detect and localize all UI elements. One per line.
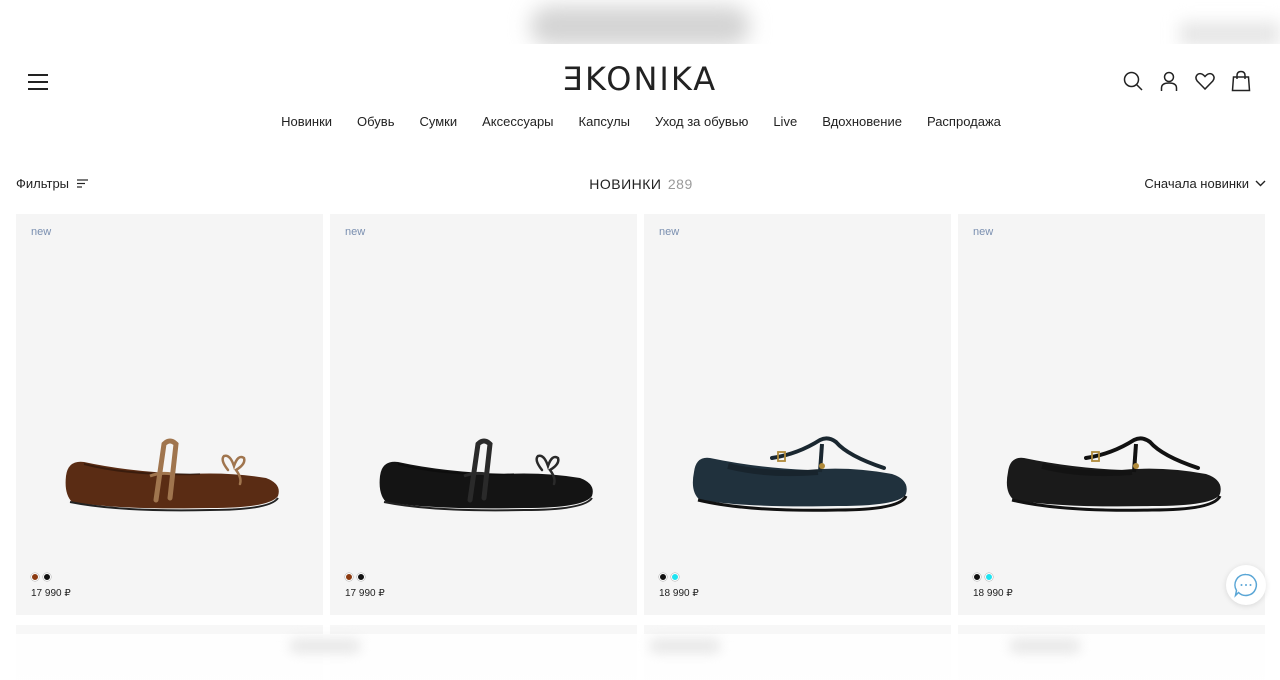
product-price: 18 990 ₽ <box>973 588 1013 599</box>
nav-item-shoe-care[interactable]: Уход за обувью <box>655 114 748 129</box>
product-card[interactable]: new 17 990 ₽ <box>16 214 323 615</box>
color-swatch[interactable] <box>345 573 353 581</box>
product-price: 17 990 ₽ <box>31 588 71 599</box>
color-swatch[interactable] <box>973 573 981 581</box>
product-card[interactable]: new 18 990 ₽ <box>644 214 951 615</box>
account-icon[interactable] <box>1158 70 1180 92</box>
product-image[interactable] <box>374 436 596 518</box>
sort-dropdown[interactable]: Сначала новинки <box>1144 176 1266 191</box>
color-swatch[interactable] <box>357 573 365 581</box>
logo[interactable]: ƎKONIKA <box>0 60 1280 98</box>
page-title: НОВИНКИ 289 <box>16 176 1266 192</box>
bag-icon[interactable] <box>1230 70 1252 92</box>
product-card[interactable]: new 18 990 ₽ <box>958 214 1265 615</box>
top-banner-blurred <box>0 0 1280 44</box>
logo-text[interactable]: ƎKONIKA <box>563 60 717 98</box>
site-header: ƎKONIKA Новинки Обувь Сумки Аксессуары К… <box>0 44 1280 140</box>
color-swatch[interactable] <box>985 573 993 581</box>
new-badge: new <box>31 226 52 238</box>
product-price: 18 990 ₽ <box>659 588 699 599</box>
nav-item-capsules[interactable]: Капсулы <box>579 114 631 129</box>
color-swatches <box>345 573 365 581</box>
color-swatches <box>973 573 993 581</box>
sort-label: Сначала новинки <box>1144 176 1249 191</box>
catalog-toolbar: Фильтры НОВИНКИ 289 Сначала новинки <box>16 176 1266 196</box>
blurred-banner-shape <box>530 6 750 44</box>
product-price: 17 990 ₽ <box>345 588 385 599</box>
main-nav: Новинки Обувь Сумки Аксессуары Капсулы У… <box>0 114 1280 129</box>
nav-item-shoes[interactable]: Обувь <box>357 114 394 129</box>
color-swatches <box>31 573 51 581</box>
chat-button[interactable] <box>1226 565 1266 605</box>
color-swatch[interactable] <box>43 573 51 581</box>
chevron-down-icon <box>1255 180 1266 187</box>
nav-item-sale[interactable]: Распродажа <box>927 114 1001 129</box>
product-image[interactable] <box>688 436 910 518</box>
bottom-fade-overlay <box>0 634 1280 680</box>
new-badge: new <box>659 226 680 238</box>
chat-bubble-icon <box>1234 573 1258 598</box>
header-actions <box>1122 70 1252 92</box>
color-swatch[interactable] <box>659 573 667 581</box>
new-badge: new <box>973 226 994 238</box>
nav-item-live[interactable]: Live <box>773 114 797 129</box>
search-icon[interactable] <box>1122 70 1144 92</box>
nav-item-bags[interactable]: Сумки <box>419 114 457 129</box>
color-swatches <box>659 573 679 581</box>
product-count: 289 <box>667 176 693 192</box>
product-card[interactable]: new 17 990 ₽ <box>330 214 637 615</box>
blurred-banner-shape <box>1180 22 1280 44</box>
product-image[interactable] <box>60 436 282 518</box>
new-badge: new <box>345 226 366 238</box>
nav-item-accessories[interactable]: Аксессуары <box>482 114 553 129</box>
heart-icon[interactable] <box>1194 70 1216 92</box>
color-swatch[interactable] <box>671 573 679 581</box>
color-swatch[interactable] <box>31 573 39 581</box>
nav-item-inspiration[interactable]: Вдохновение <box>822 114 902 129</box>
nav-item-new[interactable]: Новинки <box>281 114 332 129</box>
page-title-text: НОВИНКИ <box>589 176 662 192</box>
product-image[interactable] <box>1002 436 1224 518</box>
